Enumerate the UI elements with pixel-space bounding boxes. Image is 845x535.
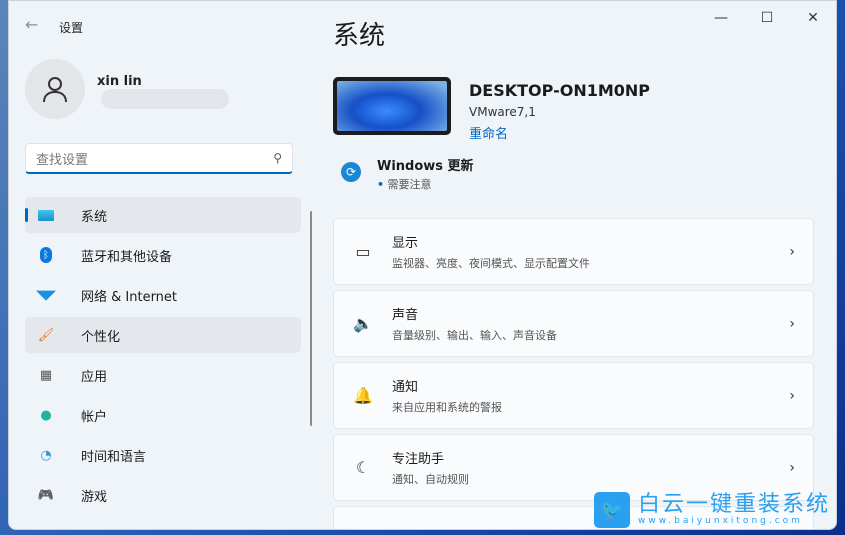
desktop-thumbnail: [333, 77, 451, 135]
wifi-icon: ◥◤: [36, 287, 56, 303]
chevron-right-icon: ›: [789, 459, 795, 476]
sidebar-item-network[interactable]: ◥◤ 网络 & Internet: [25, 277, 301, 313]
settings-cards: ▭ 显示监视器、亮度、夜间模式、显示配置文件 › 🔈 声音音量级别、输出、输入、声音设…: [333, 218, 814, 529]
back-button[interactable]: ←: [25, 15, 38, 34]
apps-icon: ▦: [39, 367, 53, 383]
sidebar-item-accounts[interactable]: ● 帐户: [25, 397, 301, 433]
windows-update-title[interactable]: Windows 更新: [377, 155, 474, 174]
sidebar-item-bluetooth[interactable]: ᛒ 蓝牙和其他设备: [25, 237, 301, 273]
watermark-url: www.baiyunxitong.com: [638, 515, 803, 526]
sidebar-item-label: 游戏: [81, 489, 108, 505]
card-subtitle: 音量级别、输出、输入、声音设备: [392, 329, 557, 342]
user-email-redacted: [101, 89, 229, 109]
card-title: 声音: [392, 308, 419, 323]
chevron-right-icon: ›: [789, 243, 795, 260]
watermark-logo: 🐦 白云一键重装系统 www.baiyunxitong.com: [594, 492, 830, 528]
bird-icon: 🐦: [594, 492, 630, 528]
display-icon: [37, 206, 55, 224]
moon-icon: ☾: [355, 458, 371, 477]
card-title: 通知: [392, 380, 419, 395]
rename-link[interactable]: 重命名: [469, 123, 508, 142]
card-title: 显示: [392, 236, 419, 251]
sidebar-item-time-language[interactable]: ◔ 时间和语言: [25, 437, 301, 473]
search-input[interactable]: 查找设置 ⚲: [25, 143, 293, 174]
maximize-button[interactable]: ☐: [744, 1, 790, 35]
page-title: 系统: [333, 21, 386, 51]
user-name: xin lin: [97, 74, 142, 89]
card-subtitle: 来自应用和系统的警报: [392, 401, 502, 414]
windows-update-status: • 需要注意: [377, 178, 432, 191]
device-name: DESKTOP-ON1M0NP: [469, 81, 651, 100]
card-sound[interactable]: 🔈 声音音量级别、输出、输入、声音设备 ›: [333, 290, 814, 357]
person-icon: ●: [40, 407, 52, 423]
gamepad-icon: 🎮: [37, 487, 55, 503]
search-icon[interactable]: ⚲: [273, 151, 282, 165]
sidebar-scrollbar[interactable]: [310, 211, 312, 426]
sidebar-item-label: 蓝牙和其他设备: [81, 249, 173, 265]
person-icon: [43, 77, 67, 103]
sidebar-item-label: 网络 & Internet: [81, 289, 178, 305]
card-title: 专注助手: [392, 452, 445, 467]
sidebar-item-personalization[interactable]: 🖌 个性化: [25, 317, 301, 353]
sidebar-item-apps[interactable]: ▦ 应用: [25, 357, 301, 393]
sidebar-nav: 系统 ᛒ 蓝牙和其他设备 ◥◤ 网络 & Internet 🖌 个性化 ▦ 应用 ● 帐户…: [25, 197, 301, 517]
card-focus-assist[interactable]: ☾ 专注助手通知、自动规则 ›: [333, 434, 814, 501]
card-subtitle: 通知、自动规则: [392, 473, 469, 486]
speaker-icon: 🔈: [353, 314, 373, 333]
chevron-right-icon: ›: [789, 315, 795, 332]
watermark-text: 白云一键重装系统: [638, 491, 831, 517]
avatar[interactable]: [25, 59, 85, 119]
sidebar-item-label: 系统: [81, 209, 108, 225]
sidebar-item-label: 应用: [81, 369, 108, 385]
device-model: VMware7,1: [469, 105, 536, 119]
minimize-button[interactable]: —: [698, 1, 744, 35]
close-button[interactable]: ✕: [790, 1, 836, 35]
search-placeholder: 查找设置: [36, 152, 89, 168]
card-subtitle: 监视器、亮度、夜间模式、显示配置文件: [392, 257, 590, 270]
update-icon[interactable]: ⟳: [341, 162, 361, 182]
sidebar-item-label: 时间和语言: [81, 449, 147, 465]
sidebar-item-label: 个性化: [81, 329, 121, 345]
sidebar-item-system[interactable]: 系统: [25, 197, 301, 233]
app-title: 设置: [59, 21, 84, 35]
bell-icon: 🔔: [353, 386, 373, 405]
monitor-icon: ▭: [355, 242, 371, 261]
settings-window: ← 设置 — ☐ ✕ xin lin 查找设置 ⚲ 系统 ᛒ 蓝牙和其他设备 ◥◤…: [8, 0, 837, 530]
sidebar-item-label: 帐户: [81, 409, 108, 425]
card-display[interactable]: ▭ 显示监视器、亮度、夜间模式、显示配置文件 ›: [333, 218, 814, 285]
card-notifications[interactable]: 🔔 通知来自应用和系统的警报 ›: [333, 362, 814, 429]
globe-clock-icon: ◔: [40, 447, 52, 463]
update-status-text: 需要注意: [387, 178, 432, 191]
sidebar-item-gaming[interactable]: 🎮 游戏: [25, 477, 301, 513]
chevron-right-icon: ›: [789, 387, 795, 404]
bluetooth-icon: ᛒ: [37, 246, 55, 264]
brush-icon: 🖌: [37, 327, 55, 343]
